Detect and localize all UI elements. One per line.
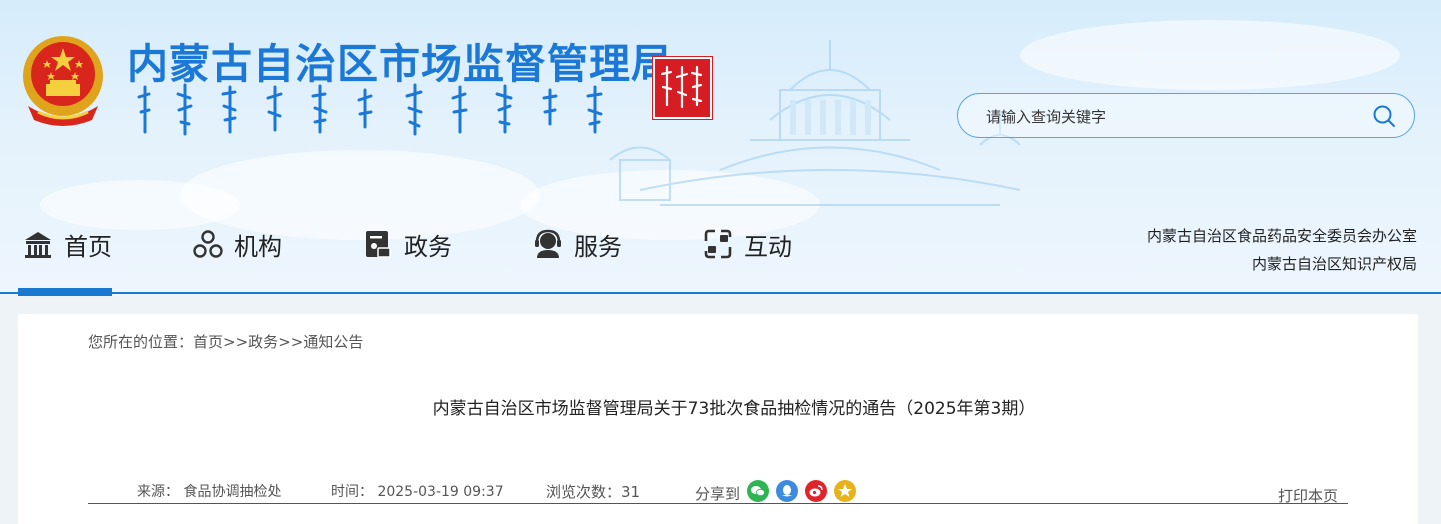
link-food-drug-safety-office[interactable]: 内蒙古自治区食品药品安全委员会办公室 — [1147, 225, 1417, 246]
views-label: 浏览次数： — [546, 483, 622, 501]
site-title: 内蒙古自治区市场监督管理局 — [127, 41, 673, 87]
people-icon — [193, 230, 223, 258]
article-source: 来源： 食品协调抽检处 — [137, 481, 281, 501]
article-panel: 您所在的位置：首页>>政务>>通知公告 内蒙古自治区市场监督管理局关于73批次食… — [18, 314, 1418, 524]
qzone-icon[interactable] — [834, 480, 856, 502]
nav-label-interaction: 互动 — [744, 232, 792, 261]
search-icon[interactable] — [1372, 104, 1396, 128]
search-bar — [957, 93, 1415, 138]
nav-item-government-affairs[interactable]: 政务 — [362, 222, 452, 266]
nav-item-interaction[interactable]: 互动 — [702, 222, 792, 266]
time-value: 2025-03-19 09:37 — [377, 484, 504, 500]
breadcrumb-government-affairs[interactable]: 政务 — [248, 333, 278, 351]
nav-active-indicator — [18, 288, 112, 296]
article-views: 浏览次数：31 — [546, 481, 640, 502]
document-icon — [366, 231, 391, 258]
cloud-decoration — [1020, 20, 1400, 90]
breadcrumb-notices[interactable]: 通知公告 — [303, 333, 363, 351]
meta-divider — [88, 503, 1348, 504]
breadcrumb-separator: >> — [223, 333, 249, 351]
nav-label-services: 服务 — [574, 232, 622, 261]
link-intellectual-property-office[interactable]: 内蒙古自治区知识产权局 — [1252, 253, 1417, 274]
mongolian-title-script — [137, 83, 603, 136]
customer-service-icon — [535, 229, 561, 258]
article-time: 时间： 2025-03-19 09:37 — [331, 481, 504, 501]
breadcrumb: 您所在的位置：首页>>政务>>通知公告 — [88, 331, 363, 352]
nav-label-home: 首页 — [64, 232, 112, 261]
nav-divider — [0, 292, 1441, 294]
breadcrumb-prefix: 您所在的位置： — [88, 333, 194, 351]
qq-icon[interactable] — [776, 480, 798, 502]
time-label: 时间： — [331, 484, 373, 500]
nav-item-organization[interactable]: 机构 — [192, 222, 282, 266]
wechat-icon[interactable] — [747, 480, 769, 502]
nav-item-services[interactable]: 服务 — [532, 222, 622, 266]
breadcrumb-separator: >> — [278, 333, 304, 351]
nav-label-organization: 机构 — [234, 232, 282, 261]
home-icon — [25, 232, 51, 258]
article-title: 内蒙古自治区市场监督管理局关于73批次食品抽检情况的通告（2025年第3期） — [432, 399, 1036, 419]
search-input[interactable] — [984, 103, 1348, 131]
weibo-icon[interactable] — [805, 480, 827, 502]
source-value: 食品协调抽检处 — [183, 484, 282, 500]
views-value: 31 — [621, 483, 641, 501]
red-seal-logo — [653, 57, 712, 119]
national-emblem-icon — [23, 36, 103, 126]
nav-item-home[interactable]: 首页 — [22, 222, 112, 266]
interaction-icon — [704, 229, 732, 259]
source-label: 来源： — [137, 484, 179, 500]
header-banner: 内蒙古自治区市场监督管理局 请输入查询关键字 首页 机构 政务 服务 互动 内蒙… — [0, 0, 1441, 296]
nav-label-government-affairs: 政务 — [404, 232, 452, 261]
share-label: 分享到 — [695, 485, 741, 503]
breadcrumb-home[interactable]: 首页 — [193, 333, 223, 351]
